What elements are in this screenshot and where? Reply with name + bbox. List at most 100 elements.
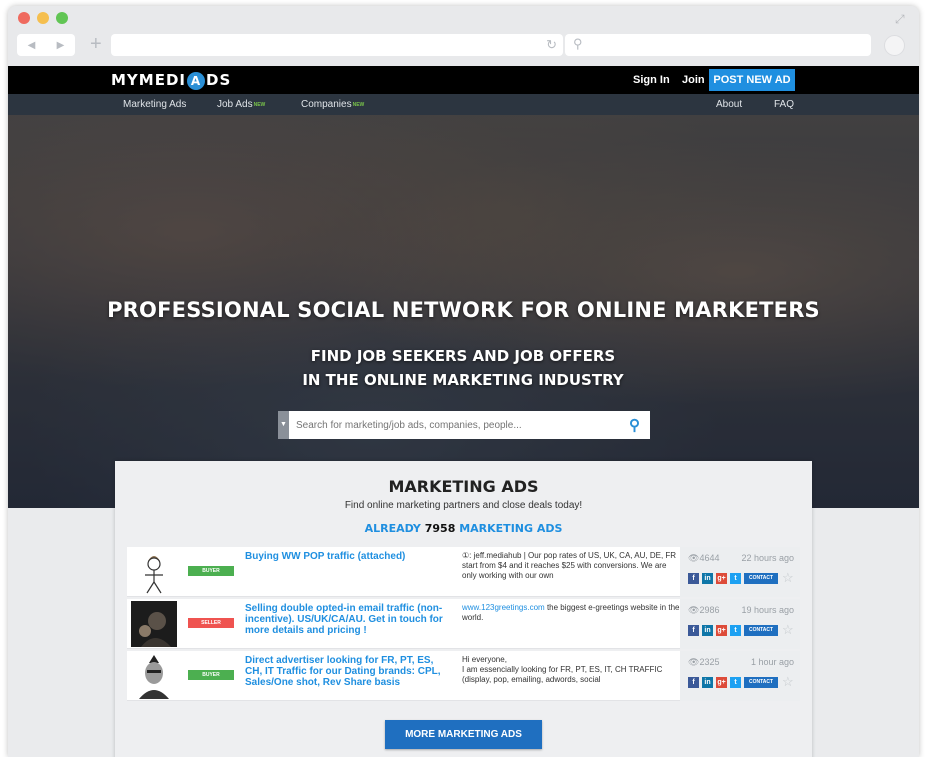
minimize-window-button[interactable]: [37, 12, 49, 24]
eye-icon: 👁: [688, 657, 700, 667]
nav-companies[interactable]: CompaniesNEW: [301, 99, 364, 110]
new-tab-icon[interactable]: +: [90, 32, 102, 56]
nav-job-ads[interactable]: Job AdsNEW: [217, 99, 265, 110]
search-icon[interactable]: ⚲: [629, 416, 640, 434]
facebook-share-icon[interactable]: f: [688, 625, 699, 636]
nav-about[interactable]: About: [716, 99, 742, 110]
ad-desc-link[interactable]: www.123greetings.com: [462, 603, 545, 612]
logo-text-start: MYMEDI: [111, 71, 186, 89]
post-new-ad-button[interactable]: POST NEW AD: [709, 69, 795, 91]
eye-icon: 👁: [688, 605, 700, 615]
avatar[interactable]: [131, 549, 177, 595]
avatar[interactable]: [131, 653, 177, 699]
address-bar[interactable]: ↻: [111, 34, 563, 56]
contact-button[interactable]: CONTACT: [744, 625, 778, 636]
extension-button[interactable]: [884, 35, 905, 56]
web-page: MYMEDI A DS Sign In Join POST NEW AD Marke…: [8, 66, 919, 757]
nav-faq[interactable]: FAQ: [774, 99, 794, 110]
contact-button[interactable]: CONTACT: [744, 677, 778, 688]
browser-search-bar[interactable]: ⚲: [565, 34, 871, 56]
facebook-share-icon[interactable]: f: [688, 573, 699, 584]
twitter-share-icon[interactable]: t: [730, 573, 741, 584]
more-marketing-ads-button[interactable]: MORE MARKETING ADS: [385, 720, 542, 749]
hero-search-input[interactable]: [296, 415, 616, 435]
sub-navigation: Marketing Ads Job AdsNEW CompaniesNEW Ab…: [8, 94, 919, 115]
buyer-badge: BUYER: [188, 670, 234, 680]
stick-figure-avatar-icon: [131, 549, 177, 595]
panel-title: MARKETING ADS: [388, 477, 539, 496]
count-suffix: MARKETING ADS: [459, 522, 563, 535]
ad-meta: 👁2325 1 hour ago f in g+ t CONTACT ☆: [680, 651, 800, 701]
ad-row[interactable]: BUYER Direct advertiser looking for FR, …: [127, 651, 800, 701]
hero-headline: PROFESSIONAL SOCIAL NETWORK FOR ONLINE M…: [107, 298, 820, 322]
ad-meta: 👁4644 22 hours ago f in g+ t CONTACT ☆: [680, 547, 800, 597]
twitter-share-icon[interactable]: t: [730, 677, 741, 688]
reload-icon[interactable]: ↻: [546, 37, 557, 53]
marketing-ads-panel: MARKETING ADS Find online marketing part…: [115, 461, 812, 757]
avatar[interactable]: [131, 601, 177, 647]
ad-row[interactable]: SELLER Selling double opted-in email tra…: [127, 599, 800, 649]
view-count: 👁2325: [688, 657, 719, 668]
mohawk-portrait-avatar-icon: [131, 653, 177, 699]
site-logo[interactable]: MYMEDI A DS: [111, 71, 231, 90]
views-value: 2986: [699, 605, 720, 615]
linkedin-share-icon[interactable]: in: [702, 677, 713, 688]
new-badge: NEW: [352, 102, 365, 108]
hero-search-box: ▼ ⚲: [278, 411, 650, 439]
zoom-window-button[interactable]: [56, 12, 68, 24]
count-prefix: ALREADY: [364, 522, 421, 535]
fullscreen-icon[interactable]: ⤢: [895, 12, 909, 26]
browser-window: ⤢ ◀ ▶ + ↻ ⚲ MYMEDI A DS Sign In Join POST …: [8, 6, 919, 757]
logo-a-badge: A: [187, 72, 205, 90]
back-icon[interactable]: ◀: [28, 40, 36, 51]
views-value: 4644: [699, 553, 720, 563]
ad-desc-text: ①: jeff.mediahub | Our pop rates of US, …: [462, 551, 677, 580]
facebook-share-icon[interactable]: f: [688, 677, 699, 688]
count-number: 7958: [424, 522, 456, 535]
ad-meta: 👁2986 19 hours ago f in g+ t CONTACT ☆: [680, 599, 800, 649]
ad-title-link[interactable]: Direct advertiser looking for FR, PT, ES…: [245, 655, 451, 688]
twitter-share-icon[interactable]: t: [730, 625, 741, 636]
top-bar: MYMEDI A DS Sign In Join POST NEW AD: [8, 66, 919, 94]
nav-label: Marketing Ads: [123, 99, 187, 110]
browser-chrome: ⤢ ◀ ▶ + ↻ ⚲: [8, 6, 919, 66]
seller-badge: SELLER: [188, 618, 234, 628]
nav-label: Job Ads: [217, 99, 253, 110]
new-badge: NEW: [253, 102, 266, 108]
view-count: 👁2986: [688, 605, 719, 616]
ads-count: ALREADY 7958 MARKETING ADS: [115, 522, 812, 535]
history-nav: ◀ ▶: [17, 34, 75, 56]
ad-title-link[interactable]: Selling double opted-in email traffic (n…: [245, 603, 451, 636]
ad-row[interactable]: BUYER Buying WW POP traffic (attached) ①…: [127, 547, 800, 597]
posted-time: 22 hours ago: [741, 553, 794, 563]
google-plus-share-icon[interactable]: g+: [716, 677, 727, 688]
forward-icon[interactable]: ▶: [57, 40, 65, 51]
favorite-star-icon[interactable]: ☆: [782, 674, 794, 690]
ad-desc-text: Hi everyone, I am essencially looking fo…: [462, 655, 663, 684]
ad-title-link[interactable]: Buying WW POP traffic (attached): [245, 551, 451, 562]
hero-subheadline-line1: FIND JOB SEEKERS AND JOB OFFERS: [310, 347, 616, 365]
join-link[interactable]: Join: [682, 74, 705, 86]
close-window-button[interactable]: [18, 12, 30, 24]
ad-description: Hi everyone, I am essencially looking fo…: [462, 655, 680, 697]
posted-time: 1 hour ago: [750, 657, 794, 667]
search-category-dropdown[interactable]: ▼: [278, 411, 289, 439]
logo-text-end: DS: [206, 71, 232, 89]
eye-icon: 👁: [688, 553, 700, 563]
buyer-badge: BUYER: [188, 566, 234, 576]
ad-description: www.123greetings.com the biggest e-greet…: [462, 603, 680, 645]
hero-banner: PROFESSIONAL SOCIAL NETWORK FOR ONLINE M…: [8, 115, 919, 508]
linkedin-share-icon[interactable]: in: [702, 625, 713, 636]
favorite-star-icon[interactable]: ☆: [782, 570, 794, 586]
contact-button[interactable]: CONTACT: [744, 573, 778, 584]
nav-marketing-ads[interactable]: Marketing Ads: [123, 99, 186, 110]
google-plus-share-icon[interactable]: g+: [716, 625, 727, 636]
google-plus-share-icon[interactable]: g+: [716, 573, 727, 584]
sign-in-link[interactable]: Sign In: [633, 74, 670, 86]
dark-photo-avatar-icon: [131, 601, 177, 647]
ad-description: ①: jeff.mediahub | Our pop rates of US, …: [462, 551, 680, 593]
views-value: 2325: [699, 657, 720, 667]
favorite-star-icon[interactable]: ☆: [782, 622, 794, 638]
search-icon: ⚲: [573, 36, 583, 51]
linkedin-share-icon[interactable]: in: [702, 573, 713, 584]
